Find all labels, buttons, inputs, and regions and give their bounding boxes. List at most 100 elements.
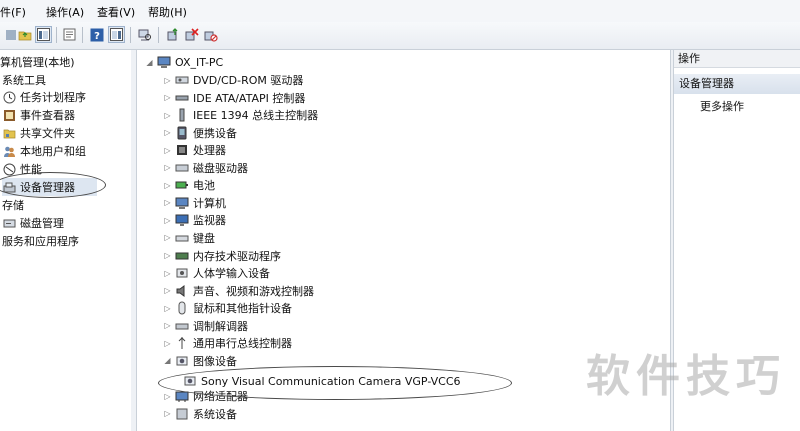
- device-category-6[interactable]: ▷ 电池: [163, 176, 215, 194]
- collapsed-arrow-icon[interactable]: ▷: [163, 196, 172, 210]
- action-pane-icon[interactable]: [108, 26, 125, 43]
- tree-storage[interactable]: 存储: [2, 196, 24, 214]
- device-category-15[interactable]: ▷ 通用串行总线控制器: [163, 334, 292, 352]
- menu-view[interactable]: 查看(V): [97, 4, 135, 20]
- collapsed-arrow-icon[interactable]: ▷: [163, 178, 172, 192]
- collapsed-arrow-icon[interactable]: ▷: [163, 213, 172, 227]
- tree-item-shared-folders[interactable]: 共享文件夹: [2, 124, 75, 142]
- device-category-9[interactable]: ▷ 键盘: [163, 229, 215, 247]
- menu-file[interactable]: 件(F): [0, 4, 26, 20]
- collapsed-arrow-icon[interactable]: ▷: [163, 284, 172, 298]
- show-hide-tree-icon[interactable]: [35, 26, 52, 43]
- device-category-13[interactable]: ▷ 鼠标和其他指针设备: [163, 299, 292, 317]
- device-category-14[interactable]: ▷ 调制解调器: [163, 317, 248, 335]
- collapsed-arrow-icon[interactable]: ▷: [163, 301, 172, 315]
- device-category-0[interactable]: ▷ DVD/CD-ROM 驱动器: [163, 71, 303, 89]
- device-category-10[interactable]: ▷ 内存技术驱动程序: [163, 247, 281, 265]
- disable-device-icon[interactable]: [202, 26, 219, 43]
- hid-icon: [175, 266, 189, 280]
- disk-drive-icon: [175, 161, 189, 175]
- tree-root[interactable]: 算机管理(本地): [0, 53, 75, 71]
- collapsed-arrow-icon[interactable]: ▷: [163, 73, 172, 87]
- device-category-1[interactable]: ▷ IDE ATA/ATAPI 控制器: [163, 89, 305, 107]
- device-category-label: 处理器: [193, 144, 226, 158]
- menu-action[interactable]: 操作(A): [46, 4, 84, 20]
- device-category-5[interactable]: ▷ 磁盘驱动器: [163, 159, 248, 177]
- help-icon[interactable]: ?: [88, 26, 105, 43]
- device-category-2[interactable]: ▷ IEEE 1394 总线主控制器: [163, 106, 318, 124]
- device-category-label: IEEE 1394 总线主控制器: [193, 109, 319, 123]
- tree-item-disk-management[interactable]: 磁盘管理: [2, 214, 64, 232]
- tree-services[interactable]: 服务和应用程序: [2, 232, 79, 250]
- watermark: 软件技巧: [586, 351, 786, 402]
- device-category-17[interactable]: ▷ 网络适配器: [163, 387, 248, 405]
- collapsed-arrow-icon[interactable]: ▷: [163, 143, 172, 157]
- collapsed-arrow-icon[interactable]: ▷: [163, 231, 172, 245]
- computer-icon: [157, 55, 171, 69]
- tree-item-label: 性能: [20, 163, 42, 176]
- tree-item-performance[interactable]: 性能: [2, 160, 42, 178]
- svg-text:?: ?: [94, 31, 100, 42]
- menu-bar: 件(F) 操作(A) 查看(V) 帮助(H): [0, 0, 800, 23]
- tree-root-label: 算机管理(本地): [0, 56, 75, 69]
- collapsed-arrow-icon[interactable]: ▷: [163, 407, 172, 421]
- tree-services-label: 服务和应用程序: [2, 235, 79, 248]
- uninstall-icon[interactable]: [183, 26, 200, 43]
- device-category-8[interactable]: ▷ 监视器: [163, 211, 226, 229]
- expanded-arrow-icon[interactable]: ◢: [145, 55, 154, 69]
- network-adapter-icon: [175, 389, 189, 403]
- tree-storage-label: 存储: [2, 199, 24, 212]
- device-category-label: 电池: [193, 179, 215, 193]
- tree-system-tools[interactable]: 系统工具: [2, 71, 46, 89]
- collapsed-arrow-icon[interactable]: ▷: [163, 319, 172, 333]
- tree-item-label: 共享文件夹: [20, 127, 75, 140]
- tree-item-label: 任务计划程序: [20, 91, 86, 104]
- properties-icon[interactable]: [61, 26, 78, 43]
- device-category-label: 磁盘驱动器: [193, 161, 248, 175]
- collapsed-arrow-icon[interactable]: ▷: [163, 91, 172, 105]
- tree-item-local-users[interactable]: 本地用户和组: [2, 142, 86, 160]
- up-folder-icon[interactable]: [16, 26, 33, 43]
- device-category-label: 网络适配器: [193, 390, 248, 404]
- portable-device-icon: [175, 126, 189, 140]
- expanded-arrow-icon[interactable]: ◢: [163, 354, 172, 368]
- mouse-icon: [175, 301, 189, 315]
- processor-icon: [175, 143, 189, 157]
- keyboard-icon: [175, 231, 189, 245]
- device-category-12[interactable]: ▷ 声音、视频和游戏控制器: [163, 282, 314, 300]
- device-category-label: 键盘: [193, 231, 215, 245]
- tree-item-device-manager[interactable]: 设备管理器: [2, 178, 97, 196]
- tree-item-label: 事件查看器: [20, 109, 75, 122]
- device-category-label: 通用串行总线控制器: [193, 337, 292, 351]
- device-category-11[interactable]: ▷ 人体学输入设备: [163, 264, 270, 282]
- collapsed-arrow-icon[interactable]: ▷: [163, 108, 172, 122]
- device-item-sony-camera[interactable]: Sony Visual Communication Camera VGP-VCC…: [183, 372, 461, 390]
- tree-item-event-viewer[interactable]: 事件查看器: [2, 106, 75, 124]
- update-driver-icon[interactable]: [164, 26, 181, 43]
- collapsed-arrow-icon[interactable]: ▷: [163, 389, 172, 403]
- sound-icon: [175, 284, 189, 298]
- actions-section-device-manager[interactable]: 设备管理器: [674, 74, 800, 94]
- collapsed-arrow-icon[interactable]: ▷: [163, 336, 172, 350]
- device-category-4[interactable]: ▷ 处理器: [163, 141, 226, 159]
- device-category-label: 鼠标和其他指针设备: [193, 302, 292, 316]
- device-category-7[interactable]: ▷ 计算机: [163, 194, 226, 212]
- tree-item-task-scheduler[interactable]: 任务计划程序: [2, 88, 86, 106]
- scan-hardware-icon[interactable]: [136, 26, 153, 43]
- system-devices-icon: [175, 407, 189, 421]
- device-category-label: 声音、视频和游戏控制器: [193, 284, 314, 298]
- collapsed-arrow-icon[interactable]: ▷: [163, 266, 172, 280]
- collapsed-arrow-icon[interactable]: ▷: [163, 161, 172, 175]
- device-tree-root[interactable]: ◢ OX_IT-PC: [145, 53, 223, 71]
- menu-help[interactable]: 帮助(H): [148, 4, 187, 20]
- device-category-16[interactable]: ◢ 图像设备: [163, 352, 237, 370]
- device-category-18[interactable]: ▷ 系统设备: [163, 405, 237, 423]
- collapsed-arrow-icon[interactable]: ▷: [163, 126, 172, 140]
- device-tree-root-label: OX_IT-PC: [175, 55, 224, 69]
- actions-header: 操作: [674, 50, 800, 68]
- device-category-3[interactable]: ▷ 便携设备: [163, 124, 237, 142]
- device-category-label: 内存技术驱动程序: [193, 249, 281, 263]
- collapsed-arrow-icon[interactable]: ▷: [163, 249, 172, 263]
- more-actions-link[interactable]: 更多操作: [700, 98, 744, 114]
- device-category-label: 人体学输入设备: [193, 267, 270, 281]
